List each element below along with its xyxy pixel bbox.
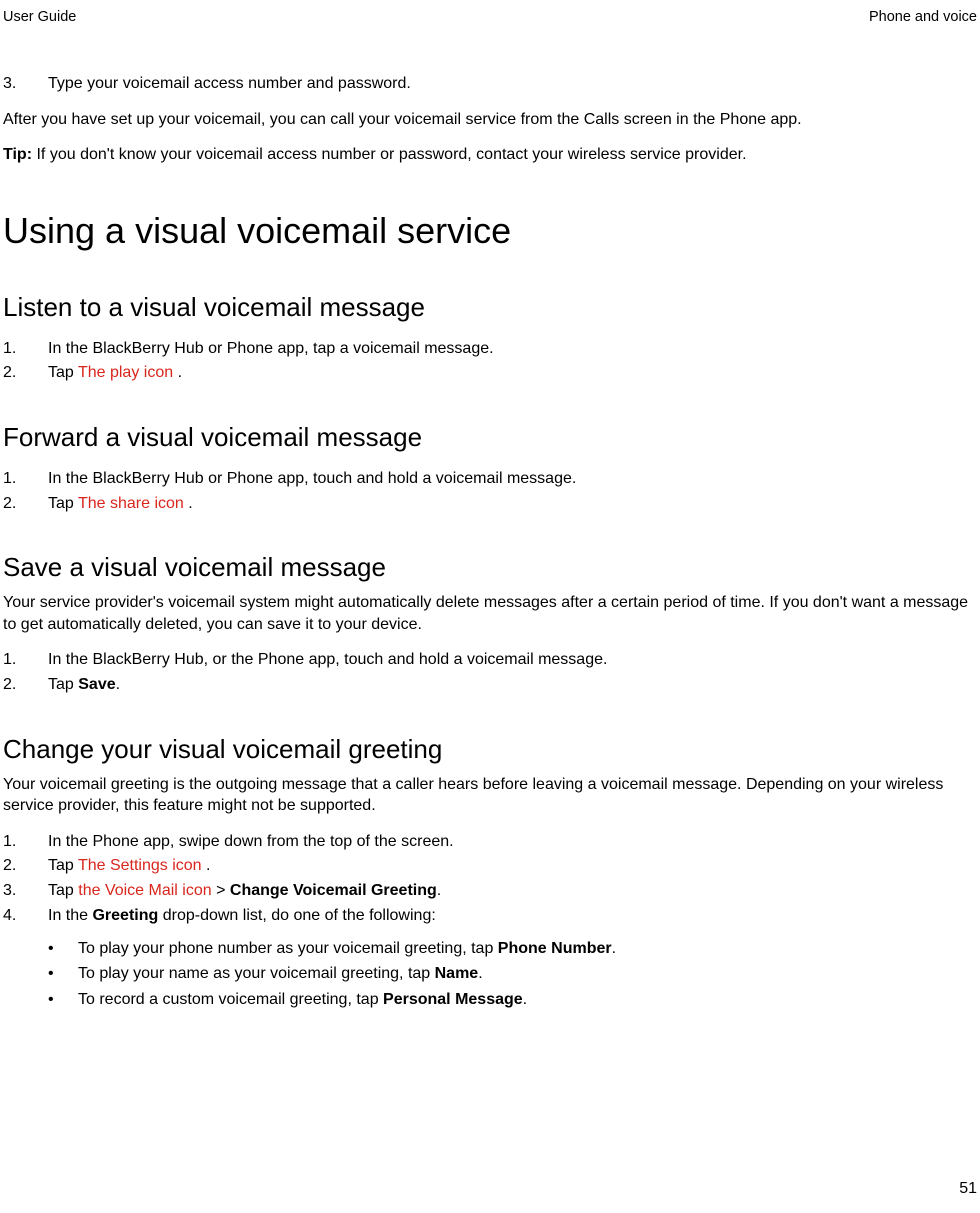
list-marker: 2. [3, 362, 48, 384]
bold-personal-message: Personal Message [383, 991, 523, 1008]
text-prefix: To play your name as your voicemail gree… [78, 965, 435, 982]
bullet-icon: • [48, 938, 78, 960]
change-steps: 1. In the Phone app, swipe down from the… [3, 831, 977, 926]
list-text: Type your voicemail access number and pa… [48, 73, 411, 95]
text-mid: > [216, 882, 230, 899]
list-item: 2. Tap The share icon . [3, 493, 977, 515]
header-right: Phone and voice [869, 9, 977, 25]
list-item: 3. Tap the Voice Mail icon > Change Voic… [3, 880, 977, 902]
greeting-options: • To play your phone number as your voic… [3, 938, 977, 1011]
bold-phone-number: Phone Number [498, 940, 612, 957]
heading-using-visual-voicemail: Using a visual voicemail service [3, 210, 977, 252]
list-marker: 3. [3, 880, 48, 902]
list-item: 1. In the BlackBerry Hub or Phone app, t… [3, 338, 977, 360]
text-prefix: Tap [48, 857, 78, 874]
bold-change-greeting: Change Voicemail Greeting [230, 882, 437, 899]
text-prefix: Tap [48, 882, 78, 899]
list-text: Tap the Voice Mail icon > Change Voicema… [48, 880, 441, 902]
share-icon: The share icon [78, 495, 188, 512]
text-suffix: . [206, 857, 210, 874]
save-intro: Your service provider's voicemail system… [3, 592, 977, 635]
list-text: In the BlackBerry Hub or Phone app, tap … [48, 338, 494, 360]
list-marker: 2. [3, 493, 48, 515]
list-text: In the Greeting drop-down list, do one o… [48, 905, 436, 927]
list-marker: 1. [3, 831, 48, 853]
settings-icon: The Settings icon [78, 857, 206, 874]
listen-steps: 1. In the BlackBerry Hub or Phone app, t… [3, 338, 977, 384]
list-text: Tap The Settings icon . [48, 855, 210, 877]
text-suffix: . [188, 495, 192, 512]
list-item: • To play your name as your voicemail gr… [48, 963, 977, 985]
list-item: 3. Type your voicemail access number and… [3, 73, 977, 95]
change-intro: Your voicemail greeting is the outgoing … [3, 774, 977, 817]
page-header: User Guide Phone and voice [0, 9, 980, 25]
bold-name: Name [435, 965, 479, 982]
heading-save: Save a visual voicemail message [3, 552, 977, 583]
bullet-icon: • [48, 989, 78, 1011]
list-text: To play your phone number as your voicem… [78, 938, 616, 960]
text-prefix: In the [48, 907, 92, 924]
list-marker: 3. [3, 73, 48, 95]
text-suffix: . [523, 991, 527, 1008]
list-item: 4. In the Greeting drop-down list, do on… [3, 905, 977, 927]
tip-label: Tip: [3, 146, 36, 163]
list-item: • To record a custom voicemail greeting,… [48, 989, 977, 1011]
list-item: • To play your phone number as your voic… [48, 938, 977, 960]
bullet-icon: • [48, 963, 78, 985]
list-item: 1. In the BlackBerry Hub, or the Phone a… [3, 649, 977, 671]
text-prefix: Tap [48, 676, 78, 693]
heading-forward: Forward a visual voicemail message [3, 422, 977, 453]
text-suffix: . [478, 965, 482, 982]
text-suffix: . [178, 364, 182, 381]
list-item: 1. In the Phone app, swipe down from the… [3, 831, 977, 853]
text-prefix: To record a custom voicemail greeting, t… [78, 991, 383, 1008]
setup-steps-continued: 3. Type your voicemail access number and… [3, 73, 977, 95]
heading-change-greeting: Change your visual voicemail greeting [3, 734, 977, 765]
list-marker: 4. [3, 905, 48, 927]
list-text: To record a custom voicemail greeting, t… [78, 989, 527, 1011]
text-suffix: drop-down list, do one of the following: [158, 907, 436, 924]
tip-paragraph: Tip: If you don't know your voicemail ac… [3, 144, 977, 166]
list-text: Tap Save. [48, 674, 120, 696]
list-item: 2. Tap The play icon . [3, 362, 977, 384]
page-number: 51 [959, 1180, 977, 1198]
play-icon: The play icon [78, 364, 178, 381]
list-marker: 2. [3, 674, 48, 696]
text-prefix: To play your phone number as your voicem… [78, 940, 498, 957]
text-prefix: Tap [48, 495, 78, 512]
text-suffix: . [116, 676, 120, 693]
voicemail-icon: the Voice Mail icon [78, 882, 216, 899]
paragraph: After you have set up your voicemail, yo… [3, 109, 977, 131]
text-suffix: . [437, 882, 441, 899]
list-text: Tap The play icon . [48, 362, 182, 384]
save-steps: 1. In the BlackBerry Hub, or the Phone a… [3, 649, 977, 695]
list-text: In the BlackBerry Hub, or the Phone app,… [48, 649, 607, 671]
list-text: In the Phone app, swipe down from the to… [48, 831, 454, 853]
forward-steps: 1. In the BlackBerry Hub or Phone app, t… [3, 468, 977, 514]
list-marker: 1. [3, 468, 48, 490]
list-marker: 1. [3, 649, 48, 671]
header-left: User Guide [3, 9, 76, 25]
list-item: 1. In the BlackBerry Hub or Phone app, t… [3, 468, 977, 490]
list-text: In the BlackBerry Hub or Phone app, touc… [48, 468, 576, 490]
heading-listen: Listen to a visual voicemail message [3, 292, 977, 323]
text-suffix: . [612, 940, 616, 957]
page-content: 3. Type your voicemail access number and… [0, 73, 980, 1011]
list-item: 2. Tap Save. [3, 674, 977, 696]
bold-save: Save [78, 676, 115, 693]
list-marker: 1. [3, 338, 48, 360]
list-item: 2. Tap The Settings icon . [3, 855, 977, 877]
text-prefix: Tap [48, 364, 78, 381]
tip-text: If you don't know your voicemail access … [36, 146, 746, 163]
bold-greeting: Greeting [92, 907, 158, 924]
list-text: Tap The share icon . [48, 493, 193, 515]
list-marker: 2. [3, 855, 48, 877]
list-text: To play your name as your voicemail gree… [78, 963, 483, 985]
